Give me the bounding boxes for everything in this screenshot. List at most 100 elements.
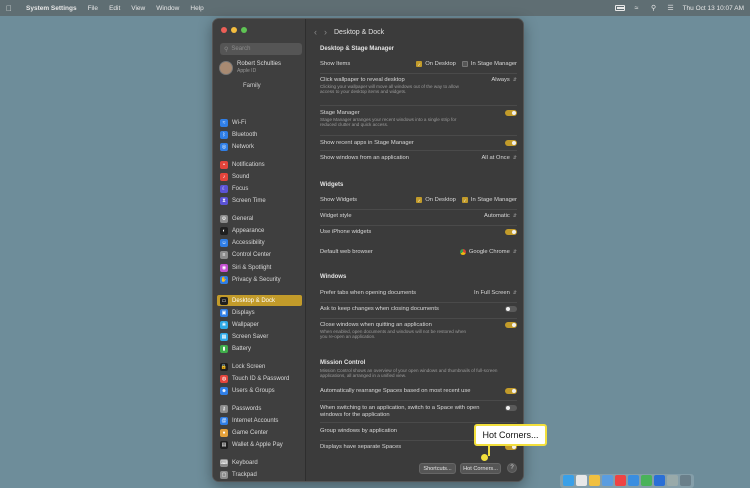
callout-pointer-dot xyxy=(481,454,488,461)
stage-manager-toggle[interactable] xyxy=(505,110,517,116)
sidebar-item-accessibility[interactable]: ☺ Accessibility xyxy=(217,237,302,248)
help-button[interactable]: ? xyxy=(507,463,517,473)
click-wallpaper-value: Always xyxy=(491,77,510,83)
minimize-window-icon[interactable] xyxy=(231,27,237,33)
close-windows-toggle[interactable] xyxy=(505,322,517,328)
speaker-icon: ♪ xyxy=(220,172,228,181)
sidebar-item-passwords[interactable]: ⚷ Passwords xyxy=(217,403,302,414)
sidebar-item-users-groups[interactable]: ☻ Users & Groups xyxy=(217,385,302,396)
ask-keep-changes-toggle[interactable] xyxy=(505,306,517,312)
prefer-tabs-select[interactable]: In Full Screen ⇵ xyxy=(474,290,517,296)
sidebar-item-label: Internet Accounts xyxy=(232,417,279,424)
divider xyxy=(320,150,517,151)
zoom-window-icon[interactable] xyxy=(241,27,247,33)
sidebar-item-trackpad[interactable]: ▢ Trackpad xyxy=(217,469,302,480)
sidebar-item-label: Keyboard xyxy=(232,459,258,466)
trash-icon[interactable] xyxy=(680,475,691,486)
sidebar-item-privacy-security[interactable]: ✋ Privacy & Security xyxy=(217,274,302,285)
hot-corners-callout: Hot Corners... xyxy=(474,424,547,446)
hand-icon: ✋ xyxy=(220,275,228,284)
sidebar-item-wallet-apple-pay[interactable]: ▤ Wallet & Apple Pay xyxy=(217,439,302,450)
sidebar-item-wi-fi[interactable]: ≈ Wi-Fi xyxy=(217,117,302,128)
sidebar-item-label: Game Center xyxy=(232,429,269,436)
accessibility-icon: ☺ xyxy=(220,238,228,247)
menu-edit[interactable]: Edit xyxy=(109,5,120,12)
sidebar-item-control-center[interactable]: ≡ Control Center xyxy=(217,249,302,260)
widget-style-select[interactable]: Automatic ⇵ xyxy=(484,213,517,219)
sidebar-item-wallpaper[interactable]: ❀ Wallpaper xyxy=(217,319,302,330)
sidebar-item-siri-spotlight[interactable]: ◉ Siri & Spotlight xyxy=(217,262,302,273)
lock-icon: 🔒 xyxy=(220,362,228,371)
sidebar-item-lock-screen[interactable]: 🔒 Lock Screen xyxy=(217,361,302,372)
hot-corners-button[interactable]: Hot Corners... xyxy=(460,463,501,474)
sidebar-item-network[interactable]: ◎ Network xyxy=(217,141,302,152)
iphone-widgets-row: Use iPhone widgets xyxy=(320,229,517,239)
sidebar-item-displays[interactable]: ▣ Displays xyxy=(217,307,302,318)
spotlight-search-icon[interactable]: ⚲ xyxy=(649,4,659,12)
sidebar-item-keyboard[interactable]: ⌨ Keyboard xyxy=(217,457,302,468)
sidebar-item-sound[interactable]: ♪ Sound xyxy=(217,171,302,182)
family-link[interactable]: Family xyxy=(243,83,261,89)
sidebar-item-internet-accounts[interactable]: @ Internet Accounts xyxy=(217,415,302,426)
forward-chevron-icon[interactable]: › xyxy=(324,27,327,37)
switch-space-toggle[interactable] xyxy=(505,405,517,411)
dock-app-icon[interactable] xyxy=(654,475,665,486)
default-browser-select[interactable]: Google Chrome ⇵ xyxy=(459,249,517,255)
widget-style-row: Widget style Automatic ⇵ xyxy=(320,213,517,223)
sidebar-item-label: Sound xyxy=(232,173,250,180)
iphone-widgets-toggle[interactable] xyxy=(505,229,517,235)
in-stage-manager-checkbox[interactable] xyxy=(461,61,468,67)
dock-app-icon[interactable] xyxy=(602,475,613,486)
sidebar-item-printers-scanners[interactable]: ⎙Printers & Scanners xyxy=(217,481,302,482)
sidebar-item-desktop-dock[interactable]: ▭ Desktop & Dock xyxy=(217,295,302,306)
dock-app-icon[interactable] xyxy=(589,475,600,486)
show-windows-select[interactable]: All at Once ⇵ xyxy=(481,155,517,161)
sidebar-item-notifications[interactable]: • Notifications xyxy=(217,159,302,170)
on-desktop-checkbox[interactable]: ✓ xyxy=(416,61,423,67)
click-wallpaper-select[interactable]: Always ⇵ xyxy=(491,77,517,83)
menu-file[interactable]: File xyxy=(88,5,98,12)
shortcuts-button[interactable]: Shortcuts... xyxy=(419,463,456,474)
sidebar-item-bluetooth[interactable]: ᛒ Bluetooth xyxy=(217,129,302,140)
sidebar-item-screen-saver[interactable]: ▦ Screen Saver xyxy=(217,331,302,342)
apple-menu-icon[interactable]:  xyxy=(6,4,16,13)
auto-rearrange-toggle[interactable] xyxy=(505,388,517,394)
menu-view[interactable]: View xyxy=(131,5,145,12)
control-center-status-icon[interactable]: ☰ xyxy=(666,4,676,12)
apple-id-profile[interactable]: Robert Schulties Apple ID xyxy=(219,61,303,83)
sidebar-item-appearance[interactable]: ◐ Appearance xyxy=(217,225,302,236)
dock-app-icon[interactable] xyxy=(641,475,652,486)
sidebar-item-game-center[interactable]: ● Game Center xyxy=(217,427,302,438)
menu-datetime[interactable]: Thu Oct 13 10:07 AM xyxy=(683,5,744,12)
back-chevron-icon[interactable]: ‹ xyxy=(314,27,317,37)
sidebar-item-label: Notifications xyxy=(232,161,265,168)
widgets-in-stage-manager-checkbox[interactable]: ✓ xyxy=(461,197,468,203)
sidebar-item-label: Desktop & Dock xyxy=(232,297,276,304)
prefer-tabs-row: Prefer tabs when opening documents In Fu… xyxy=(320,290,517,300)
hourglass-icon: ⧗ xyxy=(220,196,228,205)
sidebar-item-general[interactable]: ⚙ General xyxy=(217,213,302,224)
sidebar-item-focus[interactable]: ☾ Focus xyxy=(217,183,302,194)
bell-icon: • xyxy=(220,160,228,169)
widgets-on-desktop-checkbox[interactable]: ✓ xyxy=(416,197,423,203)
menu-app-name[interactable]: System Settings xyxy=(26,5,77,12)
dock-app-icon[interactable] xyxy=(667,475,678,486)
show-recent-apps-toggle[interactable] xyxy=(505,140,517,146)
sidebar-item-battery[interactable]: ▮ Battery xyxy=(217,343,302,354)
stage-manager-label: Stage Manager xyxy=(320,110,360,116)
dock-app-icon[interactable] xyxy=(563,475,574,486)
menu-help[interactable]: Help xyxy=(190,5,203,12)
sidebar-item-touch-id-password[interactable]: ◍ Touch ID & Password xyxy=(217,373,302,384)
menu-window[interactable]: Window xyxy=(156,5,179,12)
sidebar-item-screen-time[interactable]: ⧗ Screen Time xyxy=(217,195,302,206)
battery-status-icon[interactable] xyxy=(614,4,625,12)
iphone-widgets-label: Use iPhone widgets xyxy=(320,229,372,235)
wifi-status-icon[interactable]: ≈ xyxy=(632,4,642,12)
dock-app-icon[interactable] xyxy=(628,475,639,486)
dock-app-icon[interactable] xyxy=(576,475,587,486)
dock-app-icon[interactable] xyxy=(615,475,626,486)
search-input[interactable]: ⚲ Search xyxy=(220,43,302,55)
sidebar-item-label: Bluetooth xyxy=(232,131,258,138)
close-window-icon[interactable] xyxy=(221,27,227,33)
stage-manager-row: Stage Manager Stage Manager arranges you… xyxy=(320,110,517,132)
